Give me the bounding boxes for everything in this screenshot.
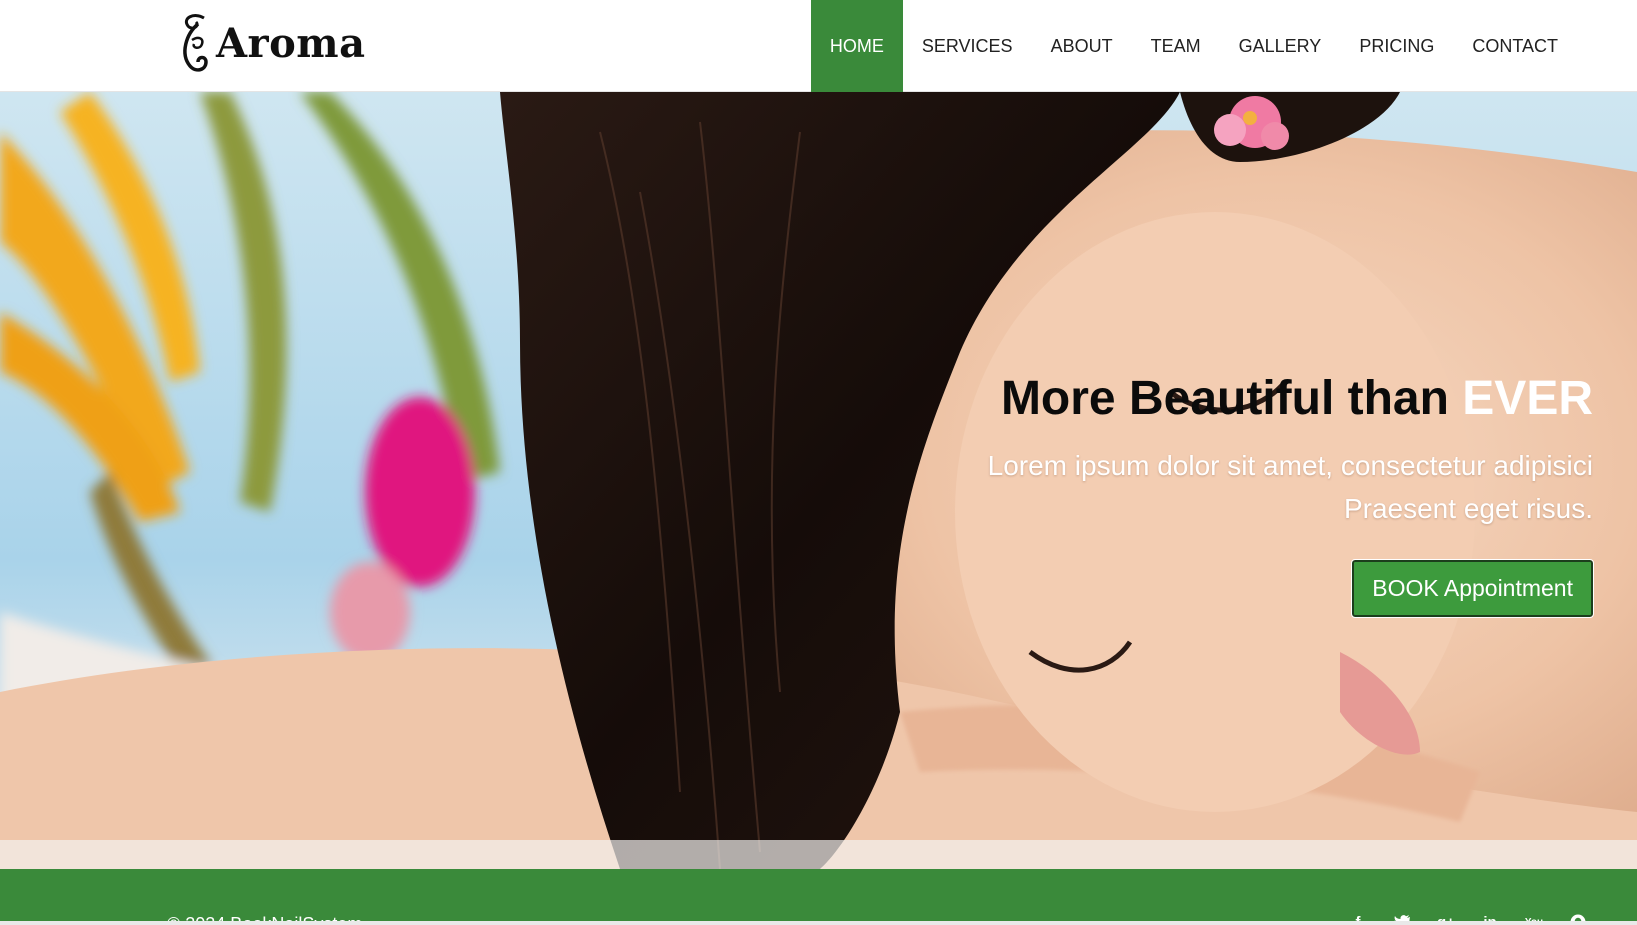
hero-subtitle: Lorem ipsum dolor sit amet, consectetur … <box>793 444 1593 530</box>
nav-item-services[interactable]: SERVICES <box>903 0 1032 92</box>
nav-item-gallery[interactable]: GALLERY <box>1220 0 1341 92</box>
logo-swirl-icon <box>183 14 208 72</box>
hero-subtitle-line1: Lorem ipsum dolor sit amet, consectetur … <box>987 449 1593 481</box>
hero-title-main: More Beautiful than <box>1000 372 1463 425</box>
site-header: Aroma HOME SERVICES ABOUT TEAM GALLERY P… <box>0 0 1637 92</box>
hero-subtitle-line2: Praesent eget risus. <box>1343 492 1593 524</box>
book-appointment-button[interactable]: BOOK Appointment <box>1351 558 1594 618</box>
nav-item-pricing[interactable]: PRICING <box>1340 0 1453 92</box>
logo-text: Aroma <box>216 19 366 67</box>
nav-item-home[interactable]: HOME <box>810 0 903 92</box>
nav-item-contact[interactable]: CONTACT <box>1453 0 1577 92</box>
site-footer: © 2024 BookNailSystem f g+ in You <box>0 869 1637 925</box>
main-nav: HOME SERVICES ABOUT TEAM GALLERY PRICING… <box>810 0 1577 92</box>
hero-title-accent: EVER <box>1462 372 1593 425</box>
site-logo[interactable]: Aroma <box>176 10 366 76</box>
nav-item-about[interactable]: ABOUT <box>1032 0 1132 92</box>
viewport-bottom-edge <box>0 921 1637 925</box>
hero-caption: More Beautiful than EVER Lorem ipsum dol… <box>793 370 1594 618</box>
nav-item-team[interactable]: TEAM <box>1132 0 1220 92</box>
hero-title: More Beautiful than EVER <box>793 370 1593 428</box>
hero-banner: More Beautiful than EVER Lorem ipsum dol… <box>0 92 1637 869</box>
